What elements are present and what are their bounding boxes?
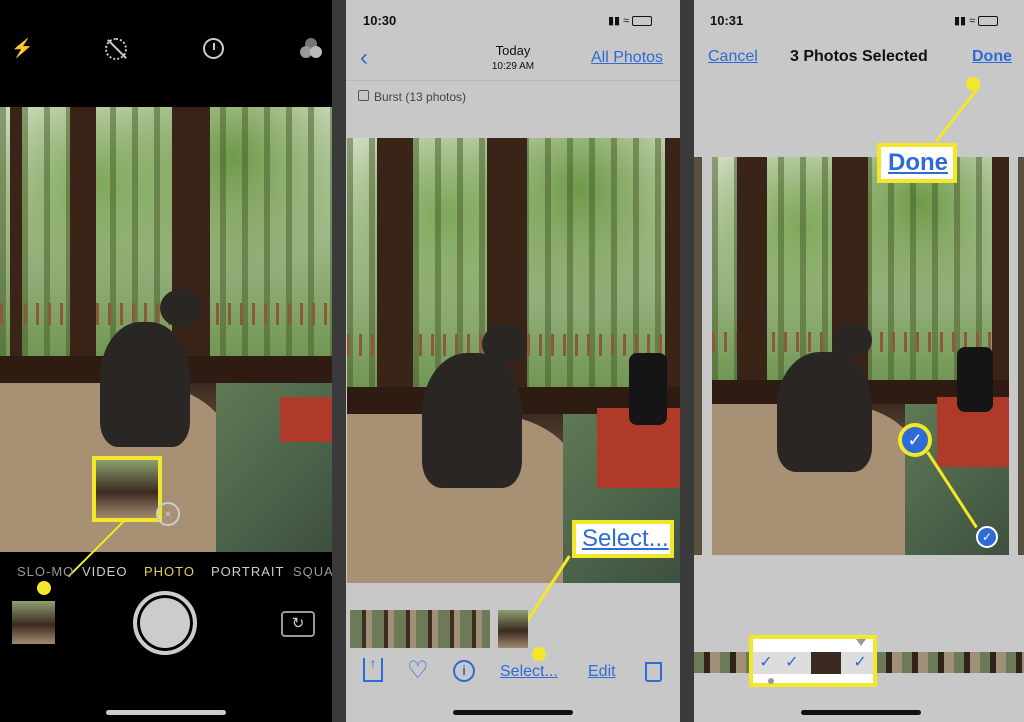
- mode-slo-mo[interactable]: SLO-MO: [17, 564, 74, 579]
- selection-title: 3 Photos Selected: [790, 48, 928, 65]
- burst-icon: [358, 90, 369, 101]
- status-time: 10:31: [710, 13, 744, 28]
- burst-filmstrip[interactable]: [350, 610, 490, 648]
- favorite-icon[interactable]: ♡: [407, 656, 429, 685]
- live-photo-off-icon[interactable]: [105, 38, 127, 60]
- mode-portrait[interactable]: PORTRAIT: [211, 564, 285, 579]
- done-button[interactable]: Done: [972, 48, 1012, 66]
- mode-video[interactable]: VIDEO: [82, 564, 127, 579]
- info-icon[interactable]: i: [453, 660, 475, 682]
- flash-icon[interactable]: ⚡: [11, 38, 33, 59]
- trash-icon[interactable]: [645, 662, 662, 682]
- selected-checkmark-icon[interactable]: ✓: [976, 526, 998, 548]
- filters-icon[interactable]: [300, 38, 322, 60]
- photo-thumbnail-button[interactable]: [12, 601, 55, 644]
- selected-frames-callout[interactable]: ✓ ✓ ✓: [749, 635, 877, 687]
- done-callout: Done: [877, 143, 957, 183]
- close-icon[interactable]: ×: [156, 502, 180, 526]
- home-indicator: [801, 710, 921, 715]
- select-screen: 10:31 ▮▮ ≈ Cancel 3 Photos Selected Done…: [694, 0, 1024, 722]
- burst-photo: [347, 138, 680, 583]
- select-callout: Select...: [572, 520, 674, 558]
- home-indicator: [106, 710, 226, 715]
- status-icons: ▮▮ ≈: [954, 14, 999, 27]
- frame-check-icon: ✓: [785, 654, 799, 671]
- status-time: 10:30: [363, 13, 397, 28]
- frame-check-icon: ✓: [853, 654, 867, 671]
- status-icons: ▮▮ ≈: [608, 14, 653, 27]
- callout-dot: [37, 581, 51, 595]
- cancel-button[interactable]: Cancel: [708, 48, 758, 66]
- all-photos-link[interactable]: All Photos: [591, 49, 663, 67]
- previous-photo-edge[interactable]: [694, 157, 702, 555]
- selected-photo: ✓: [712, 157, 1009, 555]
- edit-button[interactable]: Edit: [588, 663, 616, 681]
- home-indicator: [453, 710, 573, 715]
- share-icon[interactable]: ↑: [363, 656, 383, 682]
- burst-filmstrip-current[interactable]: [498, 610, 528, 648]
- callout-dot: [966, 77, 980, 91]
- camera-flip-icon[interactable]: ↻: [281, 611, 315, 637]
- shutter-button[interactable]: [133, 591, 197, 655]
- select-button[interactable]: Select...: [500, 663, 558, 681]
- frame-check-icon: ✓: [759, 654, 773, 671]
- burst-screen: 10:30 ▮▮ ≈ ‹ Today 10:29 AM All Photos B…: [346, 0, 680, 722]
- camera-viewfinder[interactable]: [0, 107, 332, 552]
- mode-square[interactable]: SQUARE: [293, 564, 332, 579]
- timer-icon[interactable]: [203, 38, 224, 59]
- mode-photo[interactable]: PHOTO: [144, 564, 195, 579]
- camera-screen: ⚡ × SLO-MO VIDEO PHOTO PORTRAIT SQUARE ↻: [0, 0, 332, 722]
- camera-mode-selector[interactable]: SLO-MO VIDEO PHOTO PORTRAIT SQUARE: [0, 564, 332, 582]
- last-photo-preview-callout: [92, 456, 162, 522]
- burst-label: Burst (13 photos): [374, 90, 467, 104]
- callout-line: [935, 85, 981, 143]
- next-photo-edge[interactable]: [1018, 157, 1024, 555]
- callout-dot: [532, 647, 546, 661]
